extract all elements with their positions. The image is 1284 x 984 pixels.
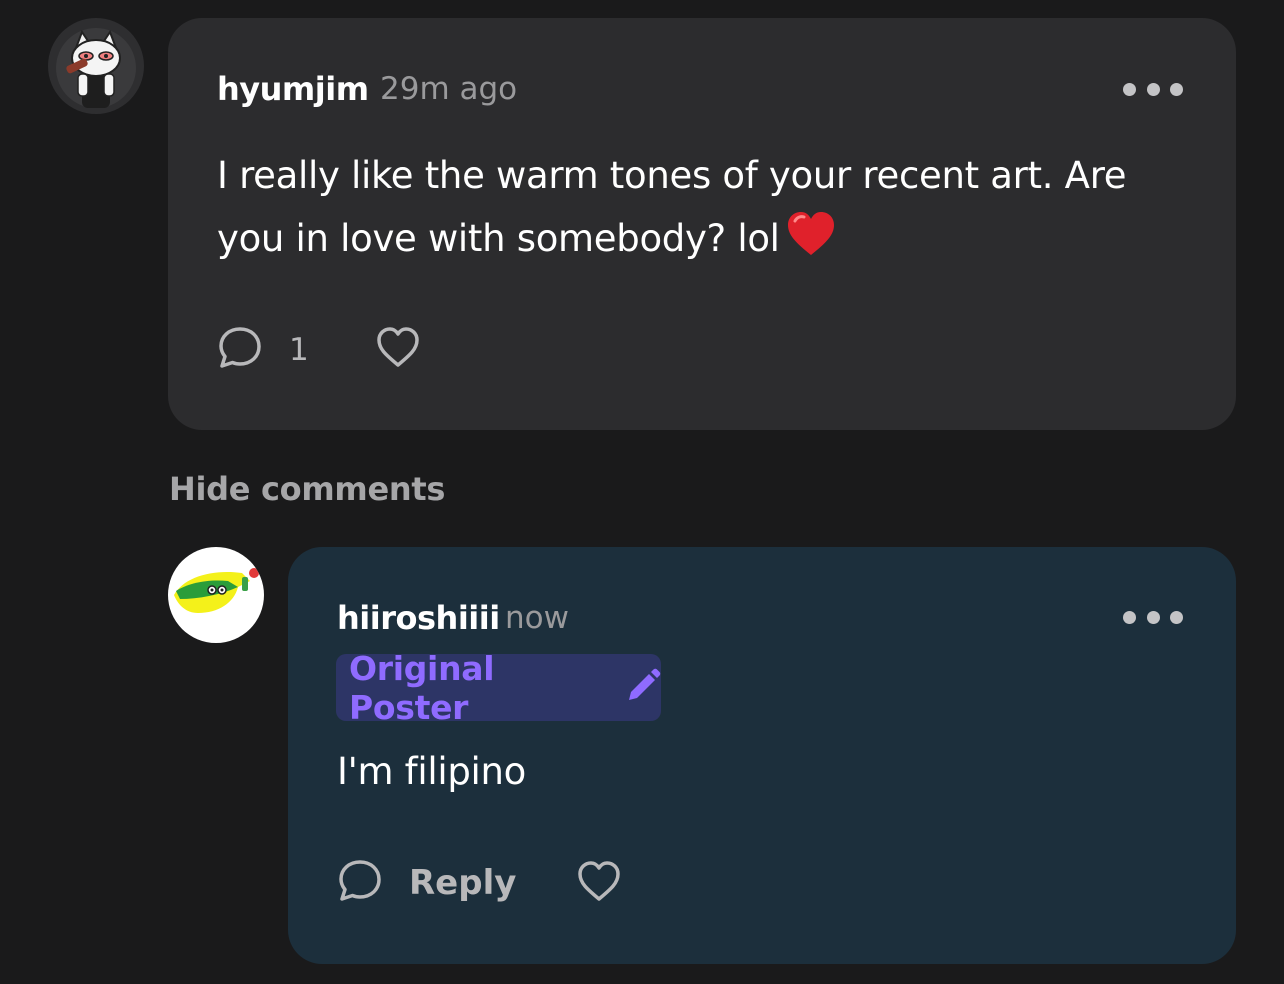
comment-text-line-1: I really like the warm tones of your rec… bbox=[217, 154, 1127, 197]
heart-outline-icon bbox=[375, 325, 421, 373]
reply-button[interactable]: Reply bbox=[337, 858, 516, 908]
more-dot bbox=[1170, 610, 1183, 624]
hide-comments-link[interactable]: Hide comments bbox=[169, 470, 445, 508]
reply-text: I'm filipino bbox=[337, 750, 527, 793]
reply-more-icon[interactable] bbox=[1123, 605, 1183, 629]
red-heart-emoji bbox=[786, 211, 836, 276]
comment-reply-count-button[interactable]: 1 bbox=[217, 325, 309, 375]
original-poster-label: Original Poster bbox=[349, 648, 495, 727]
comment-timestamp: 29m ago bbox=[380, 71, 518, 107]
more-dot bbox=[1123, 82, 1136, 96]
pencil-icon bbox=[625, 668, 661, 708]
comment-more-icon[interactable] bbox=[1123, 77, 1183, 101]
more-dot bbox=[1170, 82, 1183, 96]
comment-bubble-icon bbox=[337, 858, 383, 908]
heart-outline-icon bbox=[576, 859, 622, 907]
more-dot bbox=[1146, 82, 1160, 96]
comment-text-line-2-text: you in love with somebody? lol bbox=[217, 217, 780, 260]
commenter-avatar[interactable] bbox=[48, 18, 144, 114]
original-poster-badge: Original Poster bbox=[336, 649, 661, 727]
comment-text: I really like the warm tones of your rec… bbox=[217, 144, 1197, 276]
comment-bubble-icon bbox=[217, 325, 263, 375]
reply-timestamp: now bbox=[505, 600, 569, 636]
more-dot bbox=[1146, 610, 1160, 624]
reply-like-button[interactable] bbox=[576, 859, 622, 907]
comment-text-line-2: you in love with somebody? lol bbox=[217, 207, 1197, 276]
more-dot bbox=[1123, 610, 1136, 624]
comment-like-button[interactable] bbox=[375, 325, 421, 373]
reply-button-label: Reply bbox=[409, 863, 517, 903]
reply-count: 1 bbox=[289, 332, 309, 368]
comment-username[interactable]: hyumjim bbox=[217, 70, 369, 108]
reply-avatar[interactable] bbox=[168, 547, 264, 643]
reply-username[interactable]: hiiroshiiii bbox=[337, 599, 500, 637]
